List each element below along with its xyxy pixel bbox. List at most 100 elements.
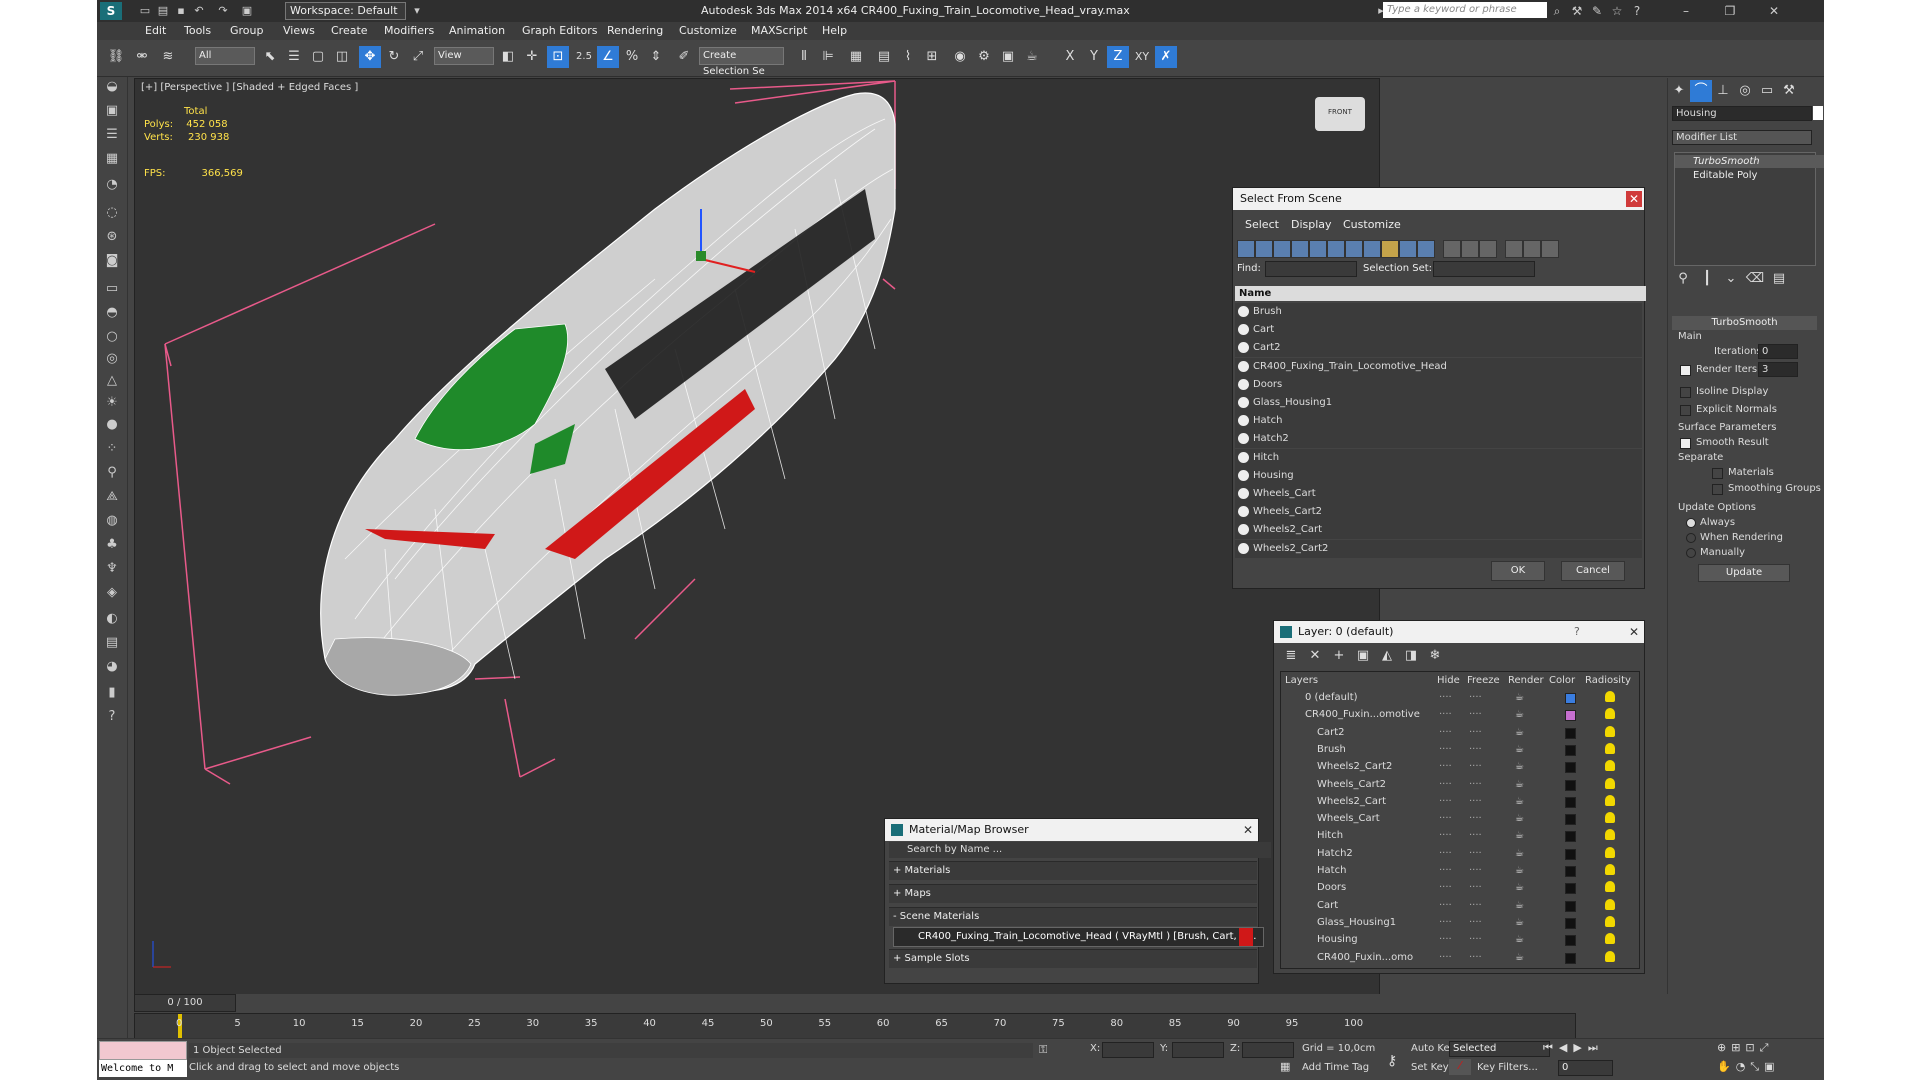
- light-icon[interactable]: ◔: [102, 175, 122, 195]
- workspace-arrow-icon[interactable]: ▾: [409, 3, 425, 18]
- filter-bones-icon[interactable]: [1381, 240, 1399, 258]
- freeze-toggle[interactable]: ····: [1469, 793, 1482, 810]
- close-window-icon[interactable]: ✕: [1765, 2, 1783, 20]
- material-search-input[interactable]: Search by Name ...: [889, 842, 1271, 858]
- viewport-nav-controls[interactable]: ⊕⊞⊡⤢: [1717, 1041, 1773, 1055]
- graphite-ribbon-icon[interactable]: ▤: [873, 46, 895, 68]
- align-icon[interactable]: ⊫: [817, 46, 839, 68]
- menu-graph-editors[interactable]: Graph Editors: [522, 24, 598, 37]
- select-invert-icon[interactable]: [1479, 240, 1497, 258]
- rendered-frame-icon[interactable]: ▣: [997, 46, 1019, 68]
- cancel-button[interactable]: Cancel: [1561, 561, 1625, 581]
- menu-create[interactable]: Create: [331, 24, 368, 37]
- scene-material-item[interactable]: CR400_Fuxing_Train_Locomotive_Head ( VRa…: [893, 927, 1264, 947]
- curve-editor-icon[interactable]: ⌇: [897, 46, 919, 68]
- freeze-toggle[interactable]: ····: [1469, 931, 1482, 948]
- isoline-checkbox[interactable]: [1680, 387, 1691, 398]
- freeze-toggle[interactable]: ····: [1469, 879, 1482, 896]
- visibility-bulb-icon[interactable]: [1238, 415, 1249, 427]
- hide-toggle[interactable]: ····: [1439, 862, 1452, 879]
- freeze-toggle[interactable]: ····: [1469, 776, 1482, 793]
- playback-controls[interactable]: ⏮◀▶⏭: [1543, 1041, 1604, 1055]
- layer-row[interactable]: Hitch ···· ···· ☕: [1283, 827, 1637, 844]
- camera-icon[interactable]: ◙: [102, 251, 122, 271]
- filter-geometry-icon[interactable]: [1237, 240, 1255, 258]
- max-logo-icon[interactable]: S: [100, 2, 122, 20]
- layer-color-swatch[interactable]: [1565, 796, 1576, 808]
- layer-row[interactable]: CR400_Fuxin...omo ···· ···· ☕: [1283, 949, 1637, 966]
- radiosity-bulb-icon[interactable]: [1605, 898, 1615, 910]
- globe-icon[interactable]: ◍: [102, 511, 122, 531]
- layer-color-swatch[interactable]: [1565, 710, 1576, 722]
- menu-animation[interactable]: Animation: [449, 24, 505, 37]
- scene-object-row[interactable]: Hitch: [1235, 448, 1642, 467]
- axis-z-button[interactable]: Z: [1107, 46, 1129, 68]
- question-icon[interactable]: ?: [102, 707, 122, 727]
- render-teapot-icon[interactable]: ☕: [1515, 689, 1524, 706]
- section-scene-materials[interactable]: - Scene Materials: [889, 907, 1257, 926]
- menu-edit[interactable]: Edit: [145, 24, 166, 37]
- render-teapot-icon[interactable]: ☕: [1515, 862, 1524, 879]
- scene-object-row[interactable]: Glass_Housing1: [1235, 394, 1642, 412]
- redo-icon[interactable]: ↷: [215, 3, 231, 18]
- layer-row[interactable]: Housing ···· ···· ☕: [1283, 931, 1637, 948]
- filter-helpers-icon[interactable]: [1309, 240, 1327, 258]
- modify-tab-icon[interactable]: ⌒: [1690, 80, 1712, 102]
- hide-toggle[interactable]: ····: [1439, 706, 1452, 723]
- rect-selection-icon[interactable]: ▢: [307, 46, 329, 68]
- layer-color-swatch[interactable]: [1565, 727, 1576, 739]
- axis-y-button[interactable]: Y: [1083, 46, 1105, 68]
- sphere-blue-icon[interactable]: ◐: [102, 609, 122, 629]
- menu-help[interactable]: Help: [822, 24, 847, 37]
- layer-color-swatch[interactable]: [1565, 744, 1576, 756]
- sun-icon[interactable]: ☀: [102, 393, 122, 413]
- close-material-browser-icon[interactable]: ✕: [1240, 822, 1256, 838]
- close-dialog-icon[interactable]: ✕: [1626, 191, 1642, 207]
- delete-layer-icon[interactable]: ✕: [1304, 645, 1326, 667]
- spinner-snap-icon[interactable]: ⇕: [645, 46, 667, 68]
- maxscript-input[interactable]: Welcome to M: [99, 1060, 187, 1077]
- sfs-menu-select[interactable]: Select: [1245, 218, 1279, 231]
- maxscript-listener-pink[interactable]: [99, 1041, 187, 1060]
- sfs-menu-customize[interactable]: Customize: [1343, 218, 1401, 231]
- selection-set-dropdown[interactable]: [1433, 261, 1535, 277]
- z-coord-input[interactable]: [1242, 1042, 1294, 1058]
- keyboard-shortcut-toggle-icon[interactable]: ⊡: [547, 46, 569, 68]
- radiosity-bulb-icon[interactable]: [1605, 760, 1615, 772]
- layer-row[interactable]: Wheels2_Cart2 ···· ···· ☕: [1283, 758, 1637, 775]
- hide-toggle[interactable]: ····: [1439, 758, 1452, 775]
- hide-toggle[interactable]: ····: [1439, 897, 1452, 914]
- link-icon[interactable]: ⛓: [105, 46, 127, 68]
- undo-icon[interactable]: ↶: [191, 3, 207, 18]
- new-file-icon[interactable]: ▭: [137, 3, 153, 18]
- render-teapot-icon[interactable]: ☕: [1515, 845, 1524, 862]
- name-column-header[interactable]: Name: [1235, 286, 1646, 301]
- hide-toggle[interactable]: ····: [1439, 949, 1452, 966]
- layer-row[interactable]: Cart ···· ···· ☕: [1283, 897, 1637, 914]
- hierarchy-icon[interactable]: [1523, 240, 1541, 258]
- scene-object-row[interactable]: Cart: [1235, 321, 1642, 340]
- visibility-bulb-icon[interactable]: [1238, 542, 1249, 554]
- scene-object-row[interactable]: Wheels2_Cart: [1235, 521, 1642, 540]
- x-coord-input[interactable]: [1102, 1042, 1154, 1058]
- time-tag-icon[interactable]: ▦: [1280, 1060, 1290, 1073]
- radiosity-bulb-icon[interactable]: [1605, 794, 1615, 806]
- explicit-normals-checkbox[interactable]: [1680, 405, 1691, 416]
- bone-icon[interactable]: ⚲: [102, 463, 122, 483]
- turbosmooth-rollout[interactable]: TurboSmooth: [1672, 316, 1817, 330]
- filter-xrefs-icon[interactable]: [1363, 240, 1381, 258]
- iterations-spinner[interactable]: 0: [1758, 344, 1798, 359]
- key-filters-button[interactable]: Key Filters...: [1477, 1062, 1538, 1073]
- visibility-bulb-icon[interactable]: [1238, 306, 1249, 317]
- menu-modifiers[interactable]: Modifiers: [384, 24, 434, 37]
- selection-filter-dropdown[interactable]: Selected: [1449, 1041, 1550, 1057]
- menu-maxscript[interactable]: MAXScript: [751, 24, 807, 37]
- layer-manager-icon[interactable]: ▦: [845, 46, 867, 68]
- radiosity-bulb-icon[interactable]: [1605, 691, 1615, 702]
- freeze-toggle[interactable]: ····: [1469, 914, 1482, 931]
- hide-toggle[interactable]: ····: [1439, 845, 1452, 862]
- close-layer-dialog-icon[interactable]: ✕: [1626, 624, 1642, 640]
- bind-space-warp-icon[interactable]: ≋: [157, 46, 179, 68]
- stack-editable-poly[interactable]: Editable Poly: [1675, 169, 1824, 182]
- visibility-bulb-icon[interactable]: [1238, 342, 1249, 354]
